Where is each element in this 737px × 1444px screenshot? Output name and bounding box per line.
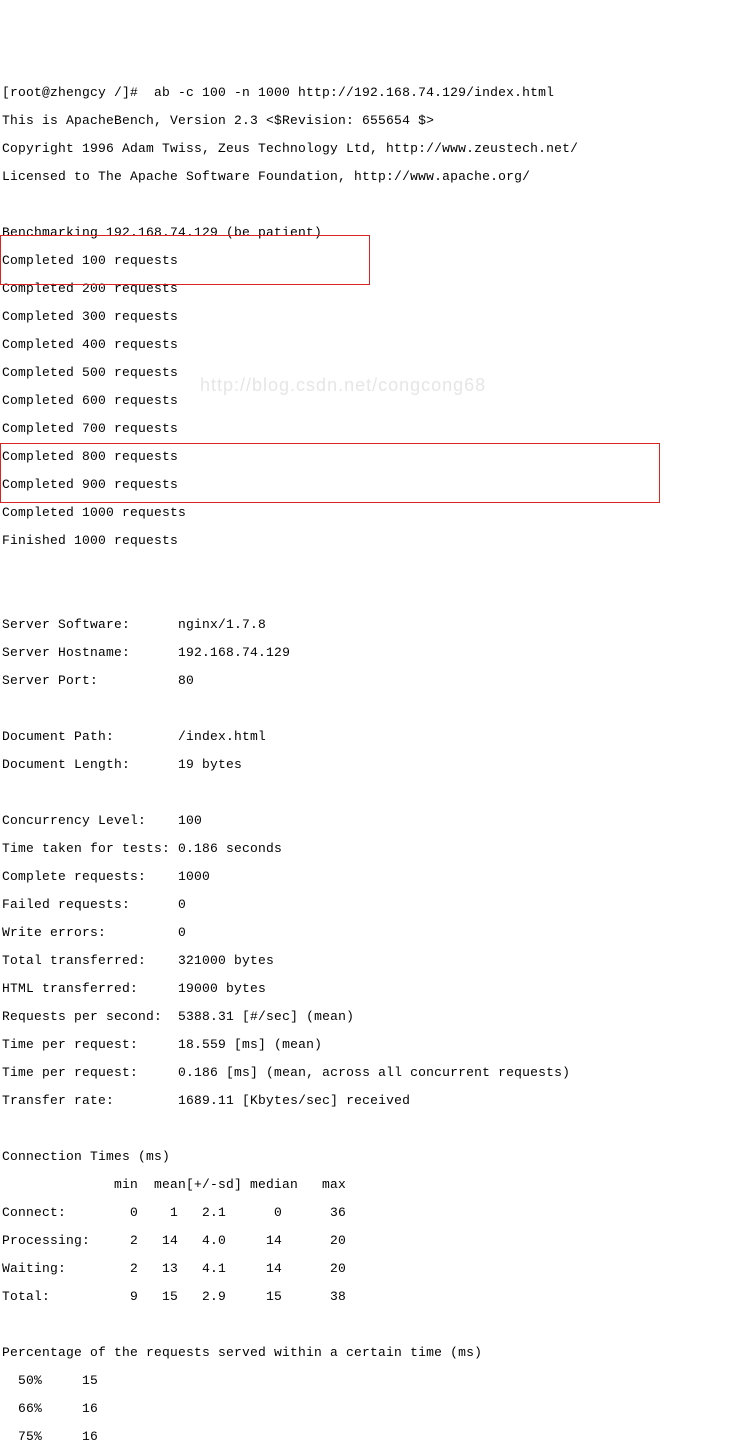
server-software-key: Server Software: <box>2 617 130 632</box>
html-trans-value: 19000 bytes <box>178 981 266 996</box>
progress-line: Completed 700 requests <box>2 422 737 436</box>
progress-line: Completed 500 requests <box>2 366 737 380</box>
server-port-key: Server Port: <box>2 673 98 688</box>
doc-path-value: /index.html <box>178 729 266 744</box>
write-err-value: 0 <box>178 925 186 940</box>
ab-license-line: Licensed to The Apache Software Foundati… <box>2 170 737 184</box>
write-err-key: Write errors: <box>2 925 106 940</box>
doc-length-value: 19 bytes <box>178 757 242 772</box>
total-trans-value: 321000 bytes <box>178 953 274 968</box>
progress-line: Completed 400 requests <box>2 338 737 352</box>
ab-copyright-line: Copyright 1996 Adam Twiss, Zeus Technolo… <box>2 142 737 156</box>
rps-key: Requests per second: <box>2 1009 162 1024</box>
watermark-text: http://blog.csdn.net/congcong68 <box>200 378 486 392</box>
server-hostname-value: 192.168.74.129 <box>178 645 290 660</box>
progress-line: Completed 900 requests <box>2 478 737 492</box>
percentile-title: Percentage of the requests served within… <box>2 1346 737 1360</box>
conn-total-row: Total: 9 15 2.9 15 38 <box>2 1290 737 1304</box>
progress-line: Completed 600 requests <box>2 394 737 408</box>
server-software-value: nginx/1.7.8 <box>178 617 266 632</box>
progress-line: Finished 1000 requests <box>2 534 737 548</box>
doc-length-key: Document Length: <box>2 757 130 772</box>
total-trans-key: Total transferred: <box>2 953 146 968</box>
rate-value: 1689.11 [Kbytes/sec] received <box>178 1093 410 1108</box>
percentile-row: 66% 16 <box>2 1402 737 1416</box>
failed-value: 0 <box>178 897 186 912</box>
ab-version-line: This is ApacheBench, Version 2.3 <$Revis… <box>2 114 737 128</box>
complete-key: Complete requests: <box>2 869 146 884</box>
tpr2-value: 0.186 [ms] (mean, across all concurrent … <box>178 1065 570 1080</box>
conn-waiting-row: Waiting: 2 13 4.1 14 20 <box>2 1262 737 1276</box>
percentile-row: 75% 16 <box>2 1430 737 1444</box>
conn-connect-row: Connect: 0 1 2.1 0 36 <box>2 1206 737 1220</box>
server-port-value: 80 <box>178 673 194 688</box>
tpr2-key: Time per request: <box>2 1065 138 1080</box>
tpr1-key: Time per request: <box>2 1037 138 1052</box>
time-taken-value: 0.186 seconds <box>178 841 282 856</box>
progress-line: Completed 100 requests <box>2 254 737 268</box>
time-taken-key: Time taken for tests: <box>2 841 170 856</box>
rps-value: 5388.31 [#/sec] (mean) <box>178 1009 354 1024</box>
progress-line: Completed 800 requests <box>2 450 737 464</box>
progress-line: Completed 1000 requests <box>2 506 737 520</box>
progress-line: Completed 300 requests <box>2 310 737 324</box>
shell-prompt-line: [root@zhengcy /]# ab -c 100 -n 1000 http… <box>2 86 737 100</box>
failed-key: Failed requests: <box>2 897 130 912</box>
conn-processing-row: Processing: 2 14 4.0 14 20 <box>2 1234 737 1248</box>
percentile-row: 50% 15 <box>2 1374 737 1388</box>
conn-times-title: Connection Times (ms) <box>2 1150 737 1164</box>
benchmarking-line: Benchmarking 192.168.74.129 (be patient) <box>2 226 737 240</box>
complete-value: 1000 <box>178 869 210 884</box>
conn-times-header: min mean[+/-sd] median max <box>2 1178 737 1192</box>
concurrency-key: Concurrency Level: <box>2 813 146 828</box>
rate-key: Transfer rate: <box>2 1093 114 1108</box>
server-hostname-key: Server Hostname: <box>2 645 130 660</box>
doc-path-key: Document Path: <box>2 729 114 744</box>
tpr1-value: 18.559 [ms] (mean) <box>178 1037 322 1052</box>
progress-line: Completed 200 requests <box>2 282 737 296</box>
html-trans-key: HTML transferred: <box>2 981 138 996</box>
concurrency-value: 100 <box>178 813 202 828</box>
